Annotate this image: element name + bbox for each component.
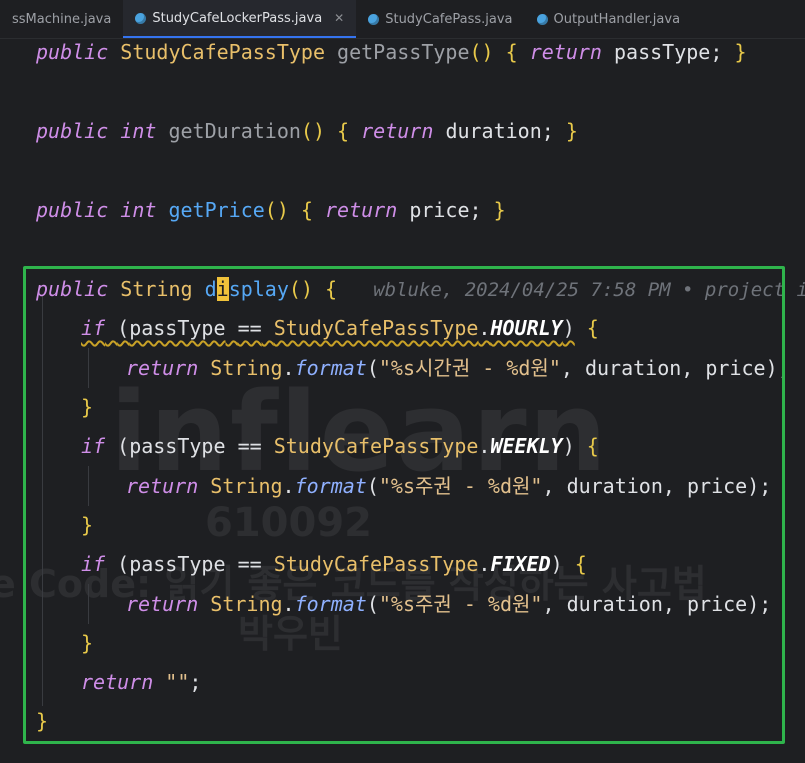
tab-label: OutputHandler.java: [553, 11, 681, 27]
close-icon[interactable]: ✕: [334, 11, 344, 25]
code-line: public StudyCafePassType getPassType() {…: [36, 40, 747, 64]
editor-tab-bar: ssMachine.java StudyCafeLockerPass.java …: [0, 0, 805, 39]
code-line: public int getDuration() { return durati…: [36, 119, 578, 143]
code-line: return "";: [81, 670, 202, 694]
code-line: }: [36, 709, 49, 733]
text-cursor: i: [216, 277, 229, 301]
git-blame-annotation: wbluke, 2024/04/25 7:58 PM • project ini…: [373, 279, 805, 301]
java-class-icon: [368, 13, 380, 25]
code-line: return String.format("%s시간권 - %d원", dura…: [126, 356, 790, 380]
tab-label: ssMachine.java: [12, 11, 112, 27]
tab-label: StudyCafeLockerPass.java: [152, 10, 323, 26]
indent-guide: [88, 466, 89, 506]
code-line: }: [81, 513, 94, 537]
code-line: return String.format("%s주권 - %d원", durat…: [126, 474, 772, 498]
code-line: public int getPrice() { return price; }: [36, 198, 506, 222]
code-line: if (passType == StudyCafePassType.WEEKLY…: [81, 434, 599, 458]
code-line: }: [81, 631, 94, 655]
indent-guide: [88, 584, 89, 624]
code-line: if (passType == StudyCafePassType.HOURLY…: [81, 316, 599, 340]
code-line: return String.format("%s주권 - %d원", durat…: [126, 592, 772, 616]
indent-guide: [88, 348, 89, 388]
watermark-id: 610092: [205, 500, 372, 546]
code-line: public String display() { wbluke, 2024/0…: [36, 274, 805, 304]
code-line: }: [81, 395, 94, 419]
java-class-icon: [135, 12, 147, 24]
tab-studycafepass[interactable]: StudyCafePass.java: [356, 0, 524, 38]
indent-guide: [42, 296, 43, 706]
code-line: if (passType == StudyCafePassType.FIXED)…: [81, 552, 587, 576]
tab-label: StudyCafePass.java: [385, 11, 513, 27]
code-editor[interactable]: inflearn 610092 e Code: 읽기 좋은 코드를 작성하는 사…: [0, 38, 805, 763]
java-class-icon: [536, 13, 548, 25]
tab-outputhandler[interactable]: OutputHandler.java: [525, 0, 693, 38]
tab-ssmachine[interactable]: ssMachine.java: [0, 0, 123, 38]
tab-studycafelockerpass[interactable]: StudyCafeLockerPass.java ✕: [123, 0, 357, 38]
